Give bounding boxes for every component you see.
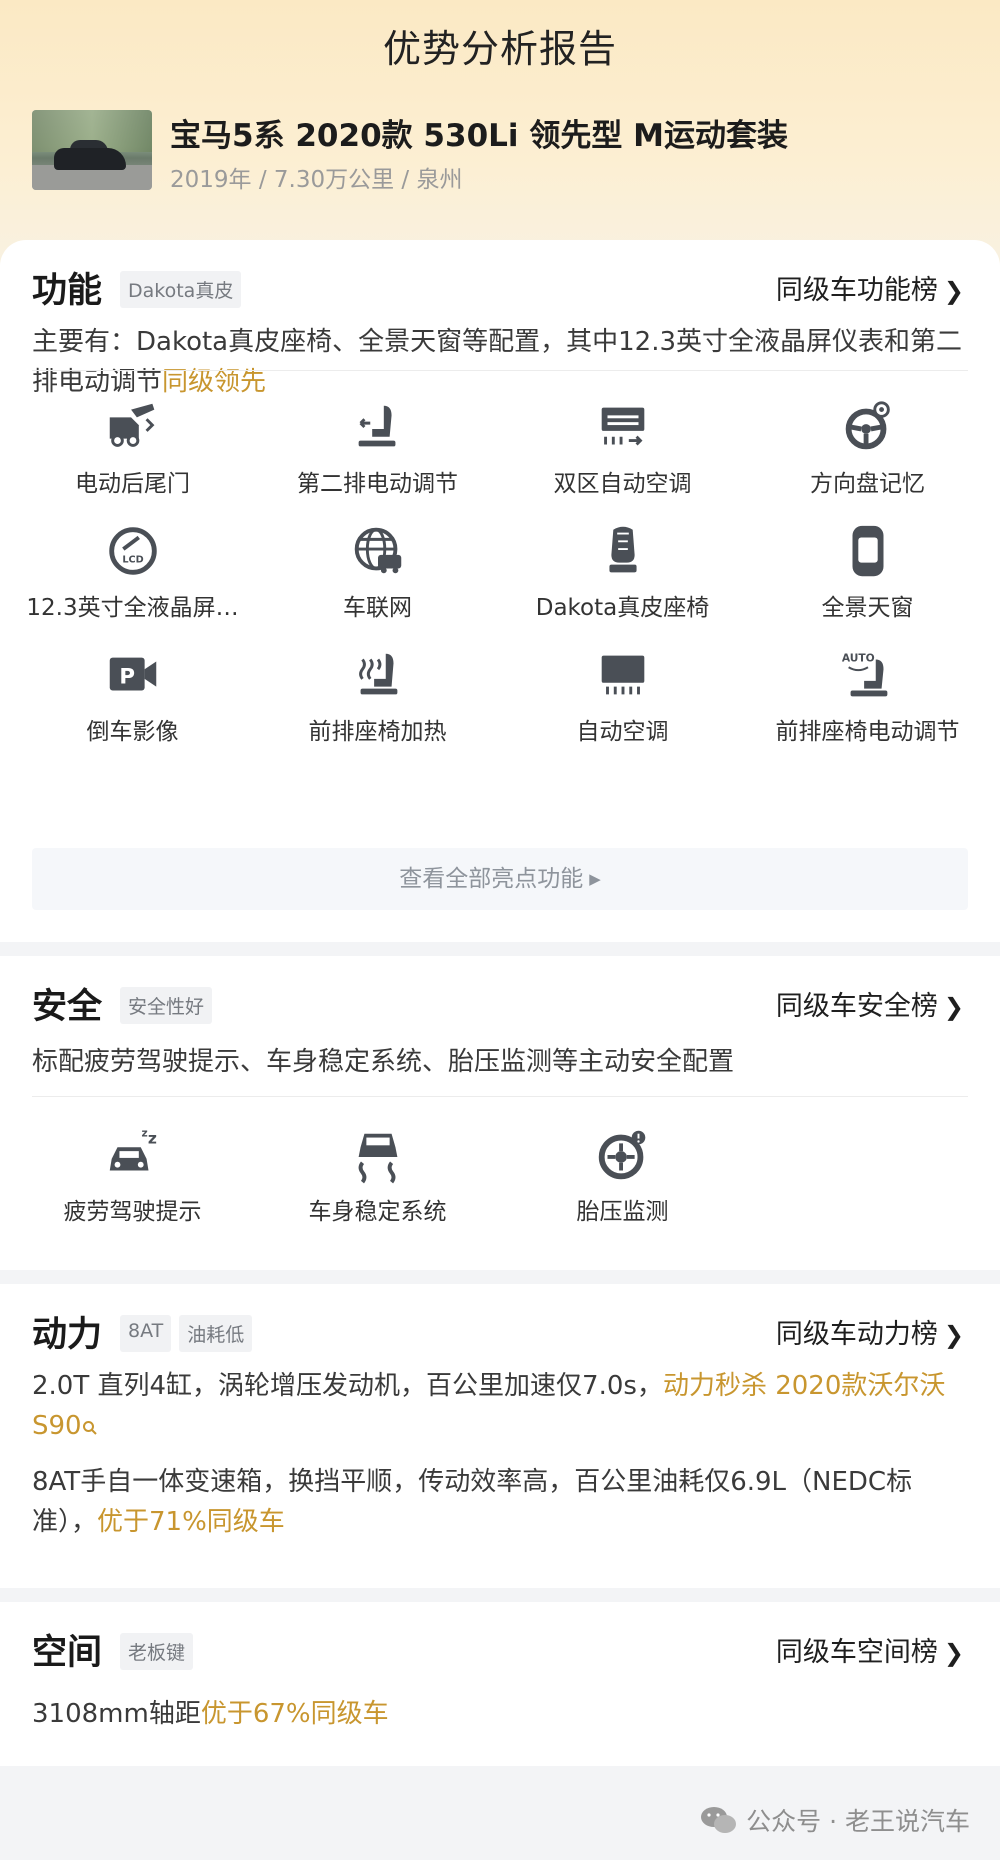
view-all-features-button[interactable]: 查看全部亮点功能 ▶ <box>32 848 968 910</box>
feature-item[interactable]: Dakota真皮座椅 <box>500 520 745 644</box>
feature-label: 疲劳驾驶提示 <box>63 1199 202 1225</box>
car-summary[interactable]: 宝马5系 2020款 530Li 领先型 M运动套装 2019年 / 7.30万… <box>32 110 972 196</box>
power-tailgate-icon <box>109 403 154 447</box>
divider <box>32 370 968 371</box>
page-title: 优势分析报告 <box>382 27 617 71</box>
panoramic-sunroof-icon <box>852 525 883 577</box>
chevron-right-icon: ❯ <box>943 277 964 305</box>
feature-tag: 安全性好 <box>120 987 213 1024</box>
tire-pressure-icon <box>598 1130 645 1180</box>
feature-label: 前排座椅电动调节 <box>775 719 960 745</box>
feature-item[interactable]: 车身稳定系统 <box>255 1124 500 1248</box>
car-name: 宝马5系 2020款 530Li 领先型 M运动套装 <box>170 118 788 154</box>
safety-feature-grid: z z 疲劳驾驶提示 车身稳定系统 胎压监测 <box>10 1124 990 1248</box>
stability-control-icon <box>358 1133 397 1184</box>
feature-label: 双区自动空调 <box>553 471 692 497</box>
second-row-seat-icon <box>358 405 395 447</box>
dual-zone-ac-icon <box>601 407 644 446</box>
power-rank-link[interactable]: 同级车动力榜 ❯ <box>776 1312 964 1351</box>
svg-text:z: z <box>141 1127 147 1140</box>
function-description: 主要有：Dakota真皮座椅、全景天窗等配置，其中12.3英寸全液晶屏仪表和第二… <box>32 327 963 397</box>
function-header: 功能 Dakota真皮 同级车功能榜 ❯ <box>32 262 968 312</box>
power-engine-description: 2.0T 直列4缸，涡轮增压发动机，百公里加速仅7.0s，动力秒杀 2020款沃… <box>32 1371 946 1441</box>
highlight-text: 同级领先 <box>162 367 267 397</box>
feature-item[interactable]: 前排座椅加热 <box>255 644 500 768</box>
function-rank-link[interactable]: 同级车功能榜 ❯ <box>776 268 964 307</box>
connected-car-icon <box>354 527 401 574</box>
highlight-text: 优于71%同级车 <box>97 1507 285 1537</box>
feature-label: 胎压监测 <box>576 1199 669 1225</box>
section-title: 动力 <box>32 1315 103 1355</box>
feature-item[interactable]: 全景天窗 <box>745 520 990 644</box>
feature-item[interactable]: AUTO 前排座椅电动调节 <box>745 644 990 768</box>
feature-label: 倒车影像 <box>86 719 179 745</box>
function-section: 功能 Dakota真皮 同级车功能榜 ❯ 主要有：Dakota真皮座椅、全景天窗等… <box>0 240 1000 942</box>
feature-item[interactable]: 第二排电动调节 <box>255 396 500 520</box>
power-section: 动力 8AT 油耗低 同级车动力榜 ❯ 2.0T 直列4缸，涡轮增压发动机，百公里… <box>0 1284 1000 1588</box>
play-arrow-icon: ▶ <box>589 870 601 888</box>
auto-ac-icon <box>601 655 644 695</box>
car-thumbnail <box>32 110 152 190</box>
chevron-right-icon: ❯ <box>943 1639 964 1667</box>
reverse-camera-icon: P <box>109 657 156 691</box>
space-rank-link[interactable]: 同级车空间榜 ❯ <box>776 1630 964 1669</box>
feature-grid: 电动后尾门 第二排电动调节 双区自动空调 方向盘记忆 LCD 12.3英寸全液晶… <box>10 396 990 768</box>
feature-tag: Dakota真皮 <box>120 271 242 308</box>
safety-header: 安全 安全性好 同级车安全榜 ❯ <box>32 978 968 1028</box>
feature-label: 第二排电动调节 <box>297 471 458 497</box>
feature-item[interactable]: P 倒车影像 <box>10 644 255 768</box>
power-header: 动力 8AT 油耗低 同级车动力榜 ❯ <box>32 1306 968 1356</box>
steering-memory-icon <box>845 401 890 450</box>
svg-text:AUTO: AUTO <box>841 651 874 664</box>
feature-label: 车联网 <box>343 595 412 621</box>
lcd-gauge-icon: LCD <box>108 527 157 575</box>
wechat-icon <box>701 1807 737 1833</box>
feature-item[interactable]: 电动后尾门 <box>10 396 255 520</box>
car-meta: 2019年 / 7.30万公里 / 泉州 <box>170 167 463 193</box>
feature-label: 全景天窗 <box>821 595 914 621</box>
safety-description: 标配疲劳驾驶提示、车身稳定系统、胎压监测等主动安全配置 <box>32 1047 735 1077</box>
feature-label: 电动后尾门 <box>75 471 190 497</box>
watermark: 公众号 · 老王说汽车 <box>700 1802 970 1838</box>
feature-item[interactable]: 车联网 <box>255 520 500 644</box>
svg-text:P: P <box>119 665 135 690</box>
feature-label: Dakota真皮座椅 <box>535 595 710 621</box>
feature-item[interactable]: LCD 12.3英寸全液晶屏… <box>10 520 255 644</box>
feature-label: 方向盘记忆 <box>810 471 925 497</box>
feature-tag: 8AT <box>120 1315 172 1352</box>
safety-section: 安全 安全性好 同级车安全榜 ❯ 标配疲劳驾驶提示、车身稳定系统、胎压监测等主动安… <box>0 956 1000 1270</box>
power-front-seat-icon: AUTO <box>841 651 887 697</box>
space-header: 空间 老板键 同级车空间榜 ❯ <box>32 1624 968 1674</box>
feature-label: 前排座椅加热 <box>308 719 447 745</box>
search-icon <box>82 1421 97 1435</box>
feature-item[interactable]: z z 疲劳驾驶提示 <box>10 1124 255 1248</box>
safety-rank-link[interactable]: 同级车安全榜 ❯ <box>776 984 964 1023</box>
feature-label: 车身稳定系统 <box>308 1199 447 1225</box>
leather-seat-icon <box>608 526 637 573</box>
power-transmission-description: 8AT手自一体变速箱，换挡平顺，传动效率高，百公里油耗仅6.9L（NEDC标准）… <box>32 1467 913 1537</box>
fatigue-alert-icon: z z <box>109 1127 156 1171</box>
svg-text:LCD: LCD <box>122 555 143 566</box>
section-title: 空间 <box>32 1633 103 1673</box>
section-title: 安全 <box>32 987 103 1027</box>
feature-label: 自动空调 <box>576 719 669 745</box>
feature-item[interactable]: 胎压监测 <box>500 1124 745 1248</box>
chevron-right-icon: ❯ <box>943 993 964 1021</box>
divider <box>32 1096 968 1097</box>
highlight-text: 优于67%同级车 <box>200 1699 389 1729</box>
svg-text:z: z <box>147 1129 156 1147</box>
feature-item[interactable]: 双区自动空调 <box>500 396 745 520</box>
feature-item[interactable]: 自动空调 <box>500 644 745 768</box>
feature-tag: 油耗低 <box>179 1315 253 1352</box>
feature-item[interactable]: 方向盘记忆 <box>745 396 990 520</box>
feature-tag: 老板键 <box>120 1633 194 1670</box>
chevron-right-icon: ❯ <box>943 1321 964 1349</box>
section-title: 功能 <box>32 271 103 311</box>
feature-label: 12.3英寸全液晶屏… <box>26 595 239 621</box>
space-section: 空间 老板键 同级车空间榜 ❯ 3108mm轴距优于67%同级车 <box>0 1602 1000 1766</box>
seat-heating-icon <box>358 653 397 695</box>
space-description: 3108mm轴距优于67%同级车 <box>32 1699 389 1729</box>
